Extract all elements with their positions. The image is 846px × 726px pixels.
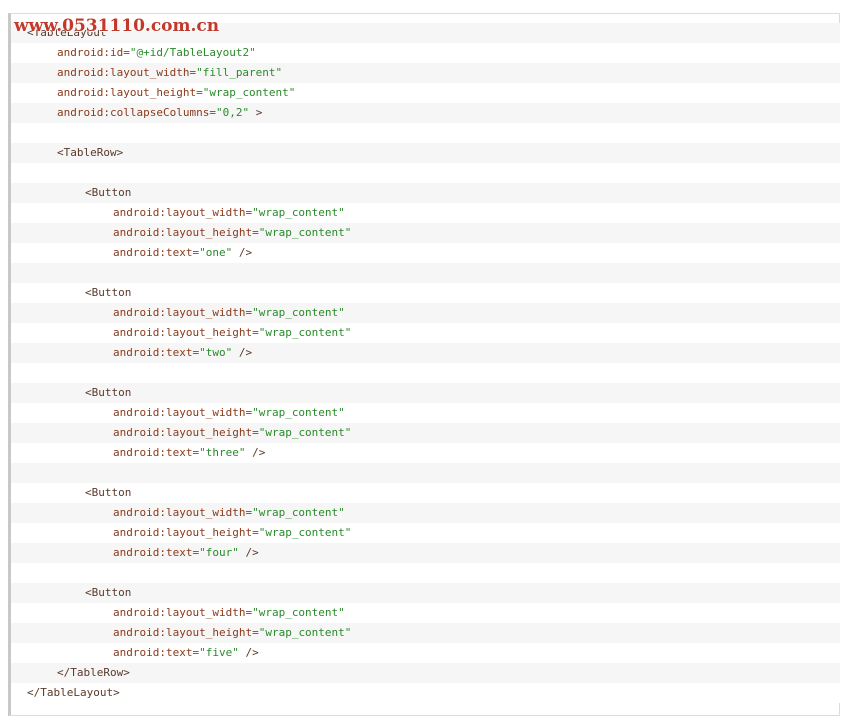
code-token-val: "three" — [199, 446, 246, 459]
code-token-tag: <Button — [85, 286, 132, 299]
code-token-attr: android:layout_width — [113, 306, 246, 319]
code-token-eq: = — [209, 106, 216, 119]
code-token-eq: = — [252, 326, 259, 339]
code-line: android:layout_height="wrap_content" — [11, 423, 840, 443]
code-token-tag: > — [249, 106, 263, 119]
code-line — [11, 363, 840, 383]
code-line: <Button — [11, 483, 840, 503]
code-token-tag: <TableRow> — [57, 146, 124, 159]
code-token-attr: android:layout_width — [113, 606, 246, 619]
code-line: android:layout_width="fill_parent" — [11, 63, 840, 83]
code-token-attr: android:text — [113, 646, 193, 659]
code-token-val: "two" — [199, 346, 233, 359]
code-lines: <TableLayout android:id="@+id/TableLayout… — [11, 23, 840, 703]
code-line: android:layout_height="wrap_content" — [11, 223, 840, 243]
code-line: </TableLayout> — [11, 683, 840, 703]
code-token-tag: </TableLayout> — [27, 686, 120, 699]
code-token-val: "0,2" — [215, 106, 250, 119]
code-line: android:layout_height="wrap_content" — [11, 83, 840, 103]
code-token-attr: android:text — [113, 446, 193, 459]
code-token-tag: /> — [232, 346, 253, 359]
code-line: android:text="two" /> — [11, 343, 840, 363]
code-token-attr: android:layout_height — [113, 626, 253, 639]
code-line: android:text="four" /> — [11, 543, 840, 563]
code-line: <Button — [11, 183, 840, 203]
code-line: <Button — [11, 383, 840, 403]
code-token-val: "wrap_content" — [202, 86, 296, 99]
code-token-val: "wrap_content" — [252, 506, 345, 519]
watermark-text: www.0531110.com.cn — [14, 16, 220, 36]
code-line: android:layout_height="wrap_content" — [11, 323, 840, 343]
code-token-attr: android:layout_width — [113, 206, 246, 219]
code-token-val: "wrap_content" — [252, 306, 345, 319]
code-token-val: "wrap_content" — [258, 226, 352, 239]
code-line — [11, 263, 840, 283]
code-line: android:layout_height="wrap_content" — [11, 523, 840, 543]
code-token-val: "wrap_content" — [252, 606, 345, 619]
code-line: android:layout_width="wrap_content" — [11, 603, 840, 623]
code-token-val: "wrap_content" — [252, 406, 345, 419]
code-token-attr: android:layout_height — [113, 426, 253, 439]
code-token-tag: /> — [245, 446, 266, 459]
code-line: android:text="one" /> — [11, 243, 840, 263]
code-token-val: "wrap_content" — [252, 206, 345, 219]
code-line — [11, 563, 840, 583]
code-token-tag: <Button — [85, 186, 132, 199]
code-token-tag: <Button — [85, 586, 132, 599]
code-line — [11, 163, 840, 183]
code-token-attr: android:layout_height — [113, 326, 253, 339]
code-token-tag: <Button — [85, 486, 132, 499]
code-line: android:layout_width="wrap_content" — [11, 403, 840, 423]
code-line: android:layout_width="wrap_content" — [11, 503, 840, 523]
code-token-attr: android:text — [113, 246, 193, 259]
code-token-attr: android:layout_height — [113, 226, 253, 239]
code-token-attr: android:layout_height — [113, 526, 253, 539]
code-line — [11, 463, 840, 483]
code-token-val: "wrap_content" — [258, 626, 352, 639]
code-line: android:layout_height="wrap_content" — [11, 623, 840, 643]
code-line: <TableRow> — [11, 143, 840, 163]
code-token-tag: /> — [238, 546, 259, 559]
code-line: android:layout_width="wrap_content" — [11, 203, 840, 223]
code-token-eq: = — [252, 226, 259, 239]
code-token-val: "wrap_content" — [258, 526, 352, 539]
code-token-attr: android:id — [57, 46, 124, 59]
code-token-attr: android:text — [113, 546, 193, 559]
code-token-attr: android:layout_width — [113, 506, 246, 519]
code-line: android:text="five" /> — [11, 643, 840, 663]
code-line: android:collapseColumns="0,2" > — [11, 103, 840, 123]
code-token-tag: /> — [232, 246, 253, 259]
code-line: android:id="@+id/TableLayout2" — [11, 43, 840, 63]
code-token-tag: /> — [238, 646, 259, 659]
code-line — [11, 123, 840, 143]
code-token-tag: </TableRow> — [57, 666, 130, 679]
code-block: <TableLayout android:id="@+id/TableLayout… — [8, 13, 840, 716]
code-token-eq: = — [123, 46, 130, 59]
code-token-val: "five" — [199, 646, 239, 659]
code-line: android:layout_width="wrap_content" — [11, 303, 840, 323]
code-token-attr: android:collapseColumns — [57, 106, 210, 119]
code-token-attr: android:layout_width — [113, 406, 246, 419]
code-token-val: "one" — [199, 246, 233, 259]
code-token-val: "wrap_content" — [258, 326, 352, 339]
code-line: <Button — [11, 283, 840, 303]
code-token-eq: = — [252, 426, 259, 439]
code-line: </TableRow> — [11, 663, 840, 683]
code-token-val: "wrap_content" — [258, 426, 352, 439]
code-token-attr: android:layout_width — [57, 66, 190, 79]
code-token-tag: <Button — [85, 386, 132, 399]
code-token-eq: = — [252, 626, 259, 639]
code-token-val: "fill_parent" — [196, 66, 283, 79]
code-token-attr: android:layout_height — [57, 86, 197, 99]
code-token-val: "four" — [199, 546, 239, 559]
code-token-eq: = — [196, 86, 203, 99]
code-token-eq: = — [252, 526, 259, 539]
code-token-attr: android:text — [113, 346, 193, 359]
code-line: <Button — [11, 583, 840, 603]
code-line: android:text="three" /> — [11, 443, 840, 463]
code-token-val: "@+id/TableLayout2" — [129, 46, 256, 59]
